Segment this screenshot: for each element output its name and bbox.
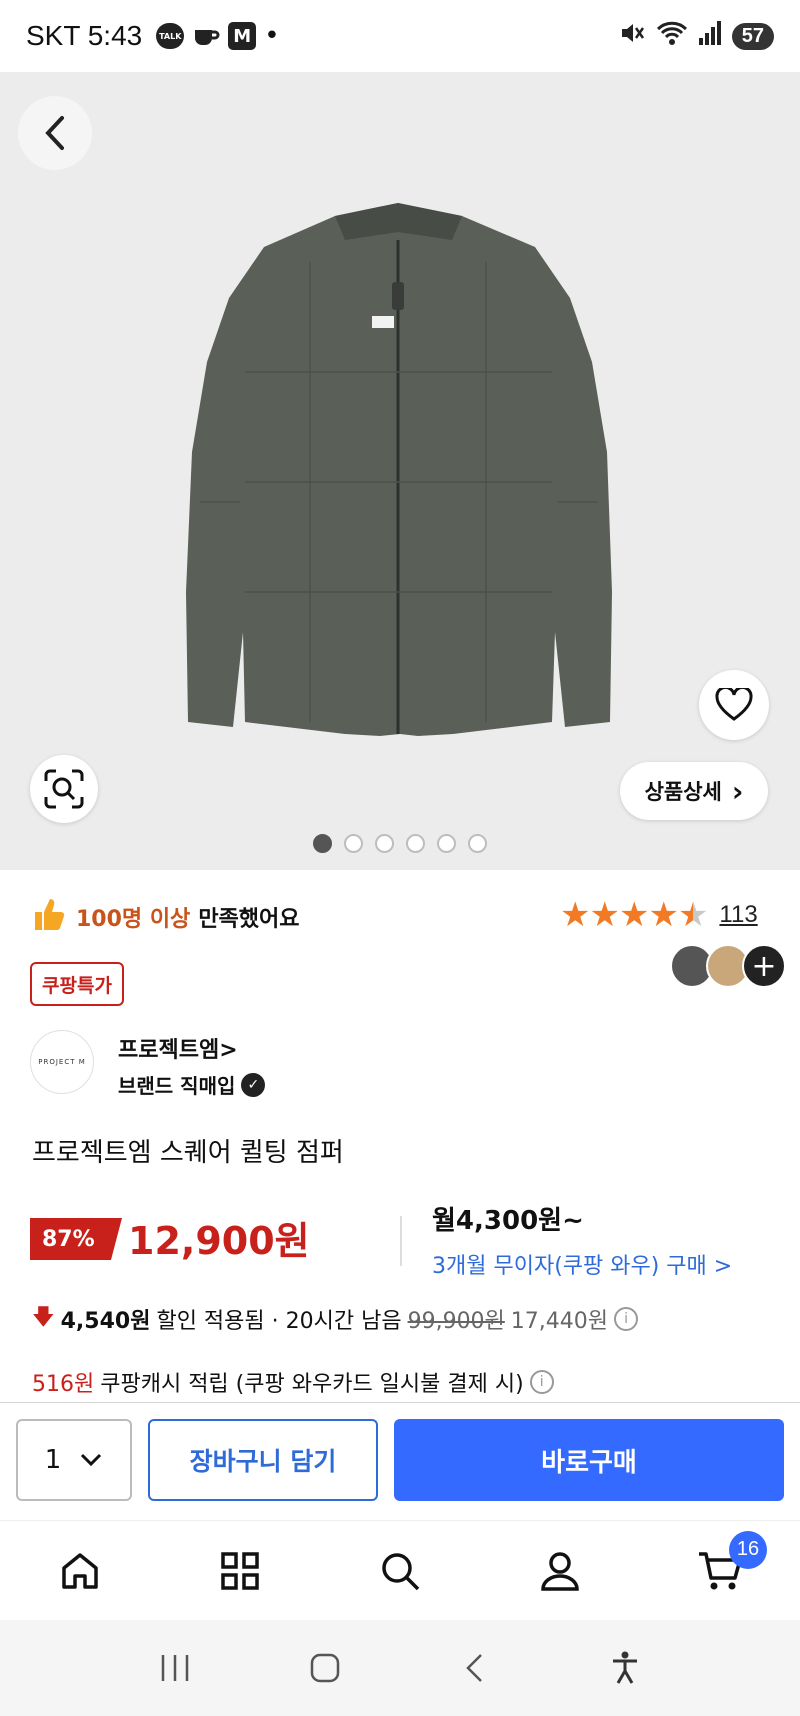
- user-icon: [541, 1551, 579, 1591]
- status-bar: SKT 5:43 TALK M • 57: [0, 0, 800, 72]
- product-detail-button[interactable]: 상품상세 ›: [620, 762, 768, 820]
- discount-info-row: 🡇 4,540원 할인 적용됨 · 20시간 남음 99,900원 17,440…: [32, 1300, 639, 1338]
- bottom-navigation: 16: [0, 1520, 800, 1620]
- info-icon[interactable]: i: [529, 1370, 554, 1394]
- status-time: SKT 5:43: [26, 20, 143, 51]
- carousel-dot[interactable]: [313, 834, 332, 853]
- recent-apps-icon: [161, 1655, 189, 1681]
- star-icon: ★: [589, 895, 620, 935]
- system-navigation-bar: [0, 1620, 800, 1716]
- price-divider: [400, 1216, 402, 1266]
- m-app-icon: M: [228, 22, 257, 50]
- brand-subtitle: 브랜드 직매입: [118, 1074, 236, 1098]
- satisfaction-text: 만족했어요: [198, 907, 300, 932]
- wifi-icon: [656, 19, 688, 54]
- info-icon[interactable]: i: [614, 1307, 639, 1331]
- review-count-link[interactable]: 113: [719, 901, 757, 929]
- discount-amount: 4,540원: [60, 1309, 151, 1334]
- pre-discount-price: 17,440원: [510, 1309, 609, 1334]
- add-to-cart-button[interactable]: 장바구니 담기: [148, 1419, 378, 1501]
- wishlist-button[interactable]: [699, 670, 769, 740]
- star-icon: ★: [618, 895, 650, 935]
- kakaotalk-icon: TALK: [156, 23, 185, 49]
- search-icon: [382, 1552, 420, 1590]
- thumbs-up-icon: [32, 896, 66, 938]
- discount-rate-badge: 87%: [30, 1218, 122, 1260]
- verified-check-icon: ✓: [241, 1072, 266, 1097]
- quantity-select[interactable]: 1: [16, 1419, 132, 1501]
- quantity-value: 1: [44, 1445, 62, 1475]
- signal-icon: [698, 20, 722, 53]
- cash-text: 쿠팡캐시 적립 (쿠팡 와우카드 일시불 결제 시): [100, 1372, 524, 1397]
- product-title: 프로젝트엠 스퀘어 퀼팅 점퍼: [32, 1138, 344, 1168]
- nav-search[interactable]: [355, 1531, 445, 1611]
- star-icon: ★: [648, 895, 679, 935]
- carousel-dot[interactable]: [437, 834, 456, 853]
- carousel-dot[interactable]: [344, 834, 363, 853]
- half-star-icon: ★: [677, 895, 709, 935]
- back-arrow-icon: [466, 1654, 482, 1682]
- nav-home[interactable]: [35, 1531, 125, 1611]
- status-right: 57: [618, 19, 774, 54]
- battery-indicator: 57: [731, 22, 774, 50]
- rating-stars[interactable]: ★ ★ ★ ★ ★ 113: [560, 898, 758, 932]
- down-arrow-icon: 🡇: [32, 1305, 55, 1330]
- cart-count-badge: 16: [729, 1530, 767, 1569]
- nav-my-account[interactable]: [515, 1531, 605, 1611]
- mute-icon: [618, 19, 646, 54]
- original-price: 99,900원: [407, 1309, 505, 1334]
- heart-icon: [715, 688, 753, 721]
- product-jacket-image: [186, 203, 612, 736]
- nav-cart[interactable]: 16: [675, 1530, 767, 1611]
- star-icon: ★: [560, 895, 591, 935]
- carousel-dot[interactable]: [406, 834, 425, 853]
- home-icon: [62, 1552, 98, 1589]
- carousel-dot[interactable]: [468, 834, 487, 853]
- brand-name-link[interactable]: 프로젝트엠>: [118, 1032, 238, 1064]
- grid-icon: [221, 1551, 259, 1590]
- installment-link[interactable]: 3개월 무이자(쿠팡 와우) 구매 >: [432, 1248, 732, 1280]
- satisfaction-count: 100명 이상: [76, 907, 191, 932]
- image-search-button[interactable]: [30, 755, 98, 823]
- chevron-left-icon: [45, 116, 64, 150]
- chevron-right-icon: ›: [731, 774, 744, 808]
- sale-price: 12,900원: [128, 1219, 310, 1263]
- recent-apps-button[interactable]: [145, 1638, 205, 1698]
- back-system-button[interactable]: [445, 1638, 505, 1698]
- coupang-deal-badge: 쿠팡특가: [30, 962, 124, 1006]
- home-system-button[interactable]: [295, 1638, 355, 1698]
- review-photo-thumbnails[interactable]: +: [670, 944, 786, 988]
- notification-dot: •: [264, 21, 280, 51]
- lens-search-icon: [44, 769, 84, 809]
- carousel-indicator: [0, 834, 800, 853]
- purchase-action-bar: 1 장바구니 담기 바로구매: [0, 1402, 800, 1520]
- nav-categories[interactable]: [195, 1531, 285, 1611]
- brand-logo[interactable]: PROJECT M: [30, 1030, 94, 1094]
- discount-applied-text: 할인 적용됨 · 20시간 남음: [156, 1309, 402, 1334]
- cash-reward-row: 516원 쿠팡캐시 적립 (쿠팡 와우카드 일시불 결제 시) i: [32, 1366, 554, 1398]
- coffee-icon: [192, 24, 220, 48]
- carousel-dot[interactable]: [375, 834, 394, 853]
- more-photos-icon[interactable]: +: [742, 944, 786, 988]
- home-square-icon: [310, 1653, 340, 1683]
- chevron-down-icon: [81, 1453, 102, 1467]
- buy-now-button[interactable]: 바로구매: [394, 1419, 784, 1501]
- product-detail-label: 상품상세: [644, 780, 722, 804]
- cash-amount: 516원: [32, 1372, 95, 1397]
- product-image-carousel[interactable]: 상품상세 ›: [0, 72, 800, 870]
- monthly-price: 월4,300원~: [432, 1206, 584, 1236]
- accessibility-button[interactable]: [595, 1638, 655, 1698]
- back-button[interactable]: [18, 96, 92, 170]
- satisfaction-summary: 100명 이상 만족했어요: [32, 896, 300, 938]
- accessibility-icon: [613, 1651, 637, 1684]
- brand-direct-label: 브랜드 직매입 ✓: [118, 1070, 266, 1099]
